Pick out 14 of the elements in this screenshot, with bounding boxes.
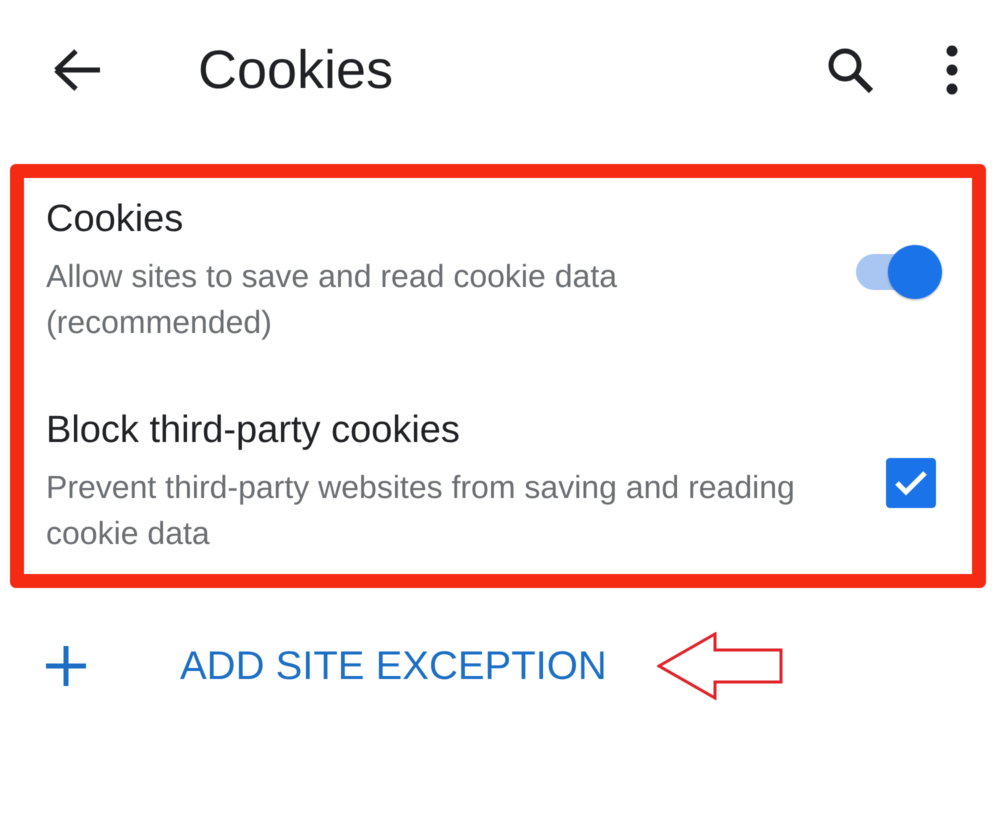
setting-description: Allow sites to save and read cookie data (recommended) bbox=[46, 257, 618, 342]
more-options-icon[interactable] bbox=[944, 45, 960, 95]
back-icon[interactable] bbox=[52, 48, 102, 92]
check-icon bbox=[894, 470, 928, 496]
page-title: Cookies bbox=[198, 39, 394, 101]
search-icon[interactable] bbox=[826, 46, 874, 94]
setting-title: Block third-party cookies bbox=[46, 409, 461, 452]
setting-description: Prevent third-party websites from saving and reading cookie data bbox=[46, 468, 796, 553]
toggle-switch[interactable] bbox=[854, 242, 944, 300]
arrow-icon bbox=[656, 632, 783, 700]
add-site-exception-button[interactable]: ADD SITE EXCEPTION bbox=[180, 644, 607, 688]
setting-title: Cookies bbox=[46, 198, 184, 241]
checkbox[interactable] bbox=[886, 458, 936, 508]
plus-icon bbox=[46, 646, 86, 686]
